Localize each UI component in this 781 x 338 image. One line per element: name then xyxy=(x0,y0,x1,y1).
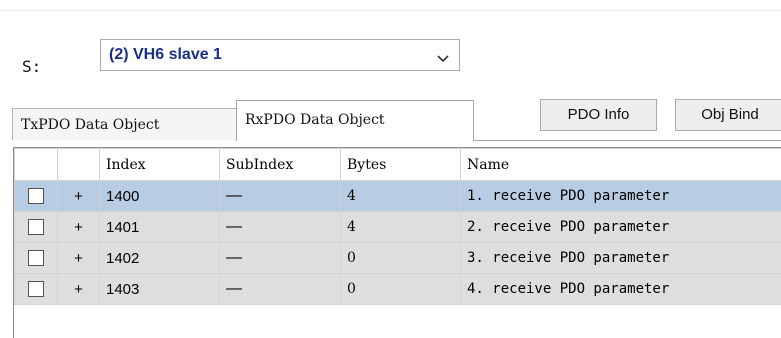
cell-index: 1403 xyxy=(99,273,220,305)
cell-name: 2. receive PDO parameter xyxy=(460,211,781,243)
slave-select-value: (2) VH6 slave 1 xyxy=(109,46,222,63)
cell-index: 1400 xyxy=(99,180,220,212)
obj-bind-button[interactable]: Obj Bind xyxy=(675,99,781,131)
slave-label: S: xyxy=(22,57,42,76)
expand-toggle[interactable]: + xyxy=(57,180,100,212)
cell-subindex: — xyxy=(219,180,341,212)
checkbox-icon[interactable] xyxy=(28,219,44,235)
table-row[interactable]: + 1400 — 4 1. receive PDO parameter xyxy=(14,180,781,212)
cell-subindex: — xyxy=(219,242,341,274)
column-header-name[interactable]: Name xyxy=(460,148,781,181)
tab-rxpdo[interactable]: RxPDO Data Object xyxy=(236,100,474,141)
cell-bytes: 4 xyxy=(340,180,461,212)
cell-subindex: — xyxy=(219,273,341,305)
column-header-index[interactable]: Index xyxy=(99,148,220,181)
tab-baseline xyxy=(473,140,781,141)
cell-bytes: 0 xyxy=(340,242,461,274)
column-header-bytes[interactable]: Bytes xyxy=(340,148,461,181)
table-header: Index SubIndex Bytes Name xyxy=(14,148,781,181)
pdo-table: Index SubIndex Bytes Name + 1400 — 4 1. … xyxy=(13,147,781,338)
expand-toggle[interactable]: + xyxy=(57,242,100,274)
chevron-down-icon xyxy=(437,50,449,68)
cell-bytes: 4 xyxy=(340,211,461,243)
expand-toggle[interactable]: + xyxy=(57,273,100,305)
slave-select[interactable]: (2) VH6 slave 1 xyxy=(100,39,460,71)
cell-subindex: — xyxy=(219,211,341,243)
column-header-expand xyxy=(57,148,100,181)
checkbox-icon[interactable] xyxy=(28,188,44,204)
checkbox-icon[interactable] xyxy=(28,281,44,297)
cell-name: 1. receive PDO parameter xyxy=(460,180,781,212)
column-header-check xyxy=(14,148,58,181)
cell-name: 3. receive PDO parameter xyxy=(460,242,781,274)
top-divider xyxy=(0,10,781,11)
table-row[interactable]: + 1401 — 4 2. receive PDO parameter xyxy=(14,211,781,243)
pdo-info-button[interactable]: PDO Info xyxy=(540,99,657,131)
cell-name: 4. receive PDO parameter xyxy=(460,273,781,305)
table-row[interactable]: + 1402 — 0 3. receive PDO parameter xyxy=(14,242,781,274)
table-row[interactable]: + 1403 — 0 4. receive PDO parameter xyxy=(14,273,781,305)
cell-index: 1402 xyxy=(99,242,220,274)
column-header-subindex[interactable]: SubIndex xyxy=(219,148,341,181)
tab-txpdo[interactable]: TxPDO Data Object xyxy=(12,108,237,140)
cell-index: 1401 xyxy=(99,211,220,243)
checkbox-icon[interactable] xyxy=(28,250,44,266)
cell-bytes: 0 xyxy=(340,273,461,305)
expand-toggle[interactable]: + xyxy=(57,211,100,243)
